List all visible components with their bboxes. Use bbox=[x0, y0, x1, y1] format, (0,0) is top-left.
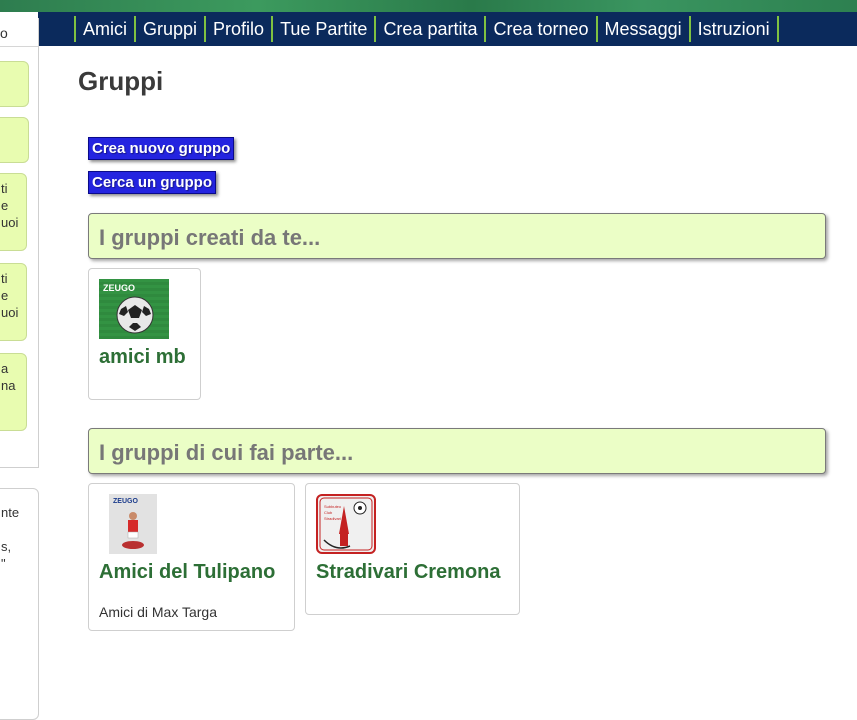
nav-gruppi[interactable]: Gruppi bbox=[134, 16, 204, 42]
sidebar-bottom-text: nte bbox=[1, 505, 20, 520]
sidebar-card-text: e bbox=[1, 198, 9, 213]
nav-tue-partite[interactable]: Tue Partite bbox=[271, 16, 374, 42]
top-banner bbox=[0, 0, 857, 12]
nav-messaggi[interactable]: Messaggi bbox=[595, 16, 689, 42]
sidebar-card[interactable]: ti e uoi bbox=[0, 263, 27, 341]
section-member-header: I gruppi di cui fai parte... bbox=[88, 428, 826, 474]
sidebar-bottom-text: s, bbox=[1, 539, 12, 554]
svg-text:Subbuteo: Subbuteo bbox=[324, 504, 342, 509]
sidebar-bottom-text: " bbox=[1, 556, 6, 571]
sidebar-divider bbox=[0, 46, 38, 47]
sidebar-card[interactable]: ti e uoi bbox=[0, 173, 27, 251]
group-card-amici-mb[interactable]: ZEUGO amici mb bbox=[88, 268, 201, 400]
nav-crea-torneo[interactable]: Crea torneo bbox=[484, 16, 595, 42]
sidebar-card-text: e bbox=[1, 288, 9, 303]
svg-text:ZEUGO: ZEUGO bbox=[113, 498, 138, 505]
nav-istruzioni[interactable]: Istruzioni bbox=[688, 16, 779, 42]
sidebar-top-label: o bbox=[0, 25, 8, 41]
sidebar-card[interactable] bbox=[0, 117, 29, 163]
search-group-button[interactable]: Cerca un gruppo bbox=[88, 171, 217, 194]
nav-profilo[interactable]: Profilo bbox=[204, 16, 271, 42]
group-card-stradivari-cremona[interactable]: Subbuteo Club Stradivari Stradivari Crem… bbox=[305, 483, 520, 615]
sidebar-card-text: ti bbox=[1, 271, 8, 286]
svg-text:Club: Club bbox=[324, 510, 333, 515]
sidebar-card-text: a bbox=[1, 361, 9, 376]
group-name[interactable]: Stradivari Cremona bbox=[316, 561, 501, 584]
sidebar-card-text: uoi bbox=[1, 305, 19, 320]
svg-text:Stradivari: Stradivari bbox=[324, 516, 341, 521]
svg-text:ZEUGO: ZEUGO bbox=[103, 283, 135, 293]
zeugo-ball-logo-icon: ZEUGO bbox=[99, 279, 169, 339]
sidebar-card[interactable]: a na bbox=[0, 353, 27, 431]
group-description: Amici di Max Targa bbox=[99, 604, 218, 620]
sidebar-card-text: uoi bbox=[1, 215, 19, 230]
main-navbar: Amici Gruppi Profilo Tue Partite Crea pa… bbox=[38, 12, 857, 46]
group-name[interactable]: Amici del Tulipano bbox=[99, 561, 275, 584]
nav-amici[interactable]: Amici bbox=[74, 16, 134, 42]
section-created-header: I gruppi creati da te... bbox=[88, 213, 826, 259]
zeugo-player-figure-icon: ZEUGO bbox=[109, 494, 157, 554]
sidebar-bottom-panel: nte s, " bbox=[0, 488, 39, 720]
sidebar-card-text: ti bbox=[1, 181, 8, 196]
stradivari-club-logo-icon: Subbuteo Club Stradivari bbox=[316, 494, 376, 554]
sidebar-card[interactable] bbox=[0, 61, 29, 107]
nav-crea-partita[interactable]: Crea partita bbox=[374, 16, 484, 42]
group-name[interactable]: amici mb bbox=[99, 346, 186, 369]
group-card-amici-del-tulipano[interactable]: ZEUGO Amici del Tulipano Amici di Max Ta… bbox=[88, 483, 295, 631]
sidebar-card-text: na bbox=[1, 378, 16, 393]
create-group-button[interactable]: Crea nuovo gruppo bbox=[88, 137, 235, 160]
page-title: Gruppi bbox=[78, 66, 164, 96]
